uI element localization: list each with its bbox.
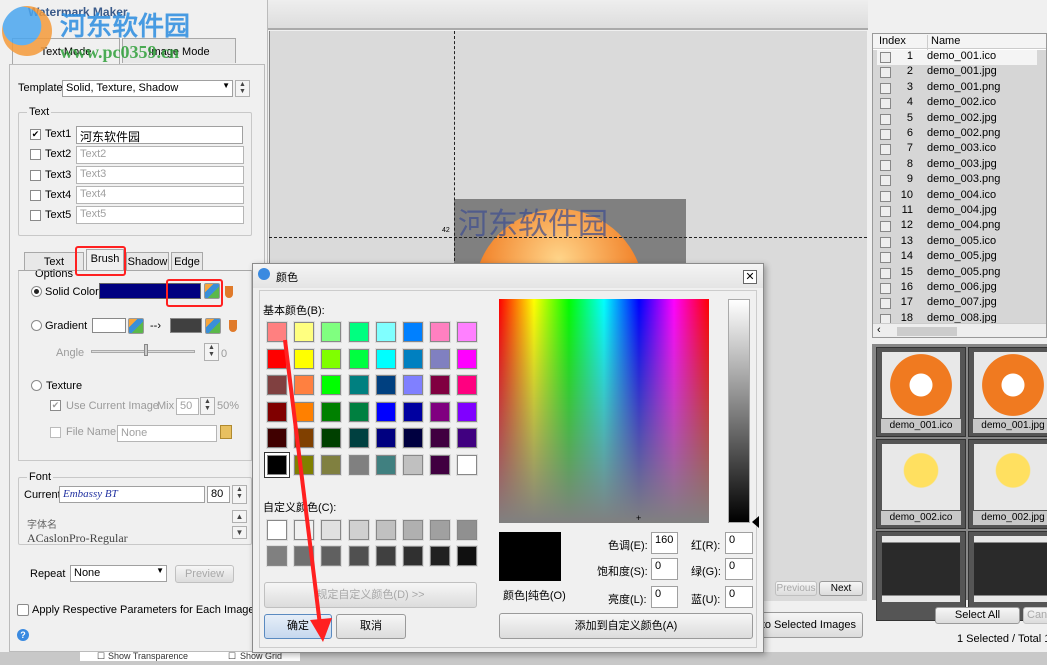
annotation-arrow xyxy=(283,339,332,642)
